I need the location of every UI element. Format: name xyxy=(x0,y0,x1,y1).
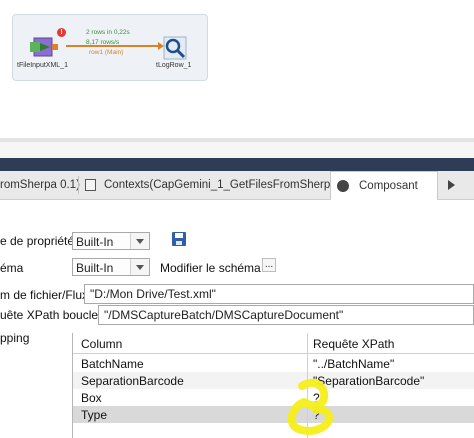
tab-more[interactable] xyxy=(440,171,474,199)
run-icon xyxy=(448,180,455,190)
file-name-label: m de fichier/Flux xyxy=(0,288,89,302)
chevron-down-icon xyxy=(130,233,149,249)
tab-composant-label: Composant xyxy=(359,180,418,192)
tab-composant[interactable]: Composant xyxy=(330,171,438,200)
tab-job-label: romSherpa 0.1) xyxy=(0,179,80,191)
component-input-label: tFileInputXML_1 xyxy=(17,62,68,69)
table-row[interactable]: Type ? xyxy=(73,406,474,423)
save-icon[interactable] xyxy=(172,232,186,246)
tab-contexts[interactable]: Contexts(CapGemini_1_GetFilesFromSherpa) xyxy=(84,171,340,199)
xpath-cell[interactable]: "../BatchName" xyxy=(313,357,394,371)
highlight-stroke xyxy=(287,378,333,435)
xpath-header[interactable]: Requête XPath xyxy=(313,337,394,351)
mapping-table: Column Requête XPath BatchName "../Batch… xyxy=(72,333,474,438)
highlight-annotation xyxy=(287,378,333,435)
flow-rows-text: 2 rows in 0,22s xyxy=(86,29,130,36)
component-output-label: tLogRow_1 xyxy=(156,62,192,69)
property-type-value: Built-In xyxy=(76,235,114,249)
design-canvas: ! tFileInputXML_1 2 rows in 0,22s 8,17 r… xyxy=(0,0,474,138)
flow-rate-text: 8,17 rows/s xyxy=(86,39,120,46)
column-cell: BatchName xyxy=(81,357,144,371)
tab-job[interactable]: romSherpa 0.1) xyxy=(0,171,80,199)
view-header-bar xyxy=(0,158,474,171)
property-type-label: e de propriété xyxy=(0,234,75,248)
mapping-label: pping xyxy=(0,331,30,345)
table-header-row: Column Requête XPath xyxy=(73,333,474,354)
table-row[interactable]: SeparationBarcode "SeparationBarcode" xyxy=(73,372,474,389)
edit-schema-button[interactable]: ... xyxy=(262,258,276,272)
tab-contexts-label: Contexts(CapGemini_1_GetFilesFromSherpa) xyxy=(104,179,341,191)
error-badge-icon: ! xyxy=(57,28,66,37)
xpath-loop-input[interactable]: "/DMSCaptureBatch/DMSCaptureDocument" xyxy=(98,305,474,325)
tlogrow-component[interactable] xyxy=(163,36,187,60)
component-tab-icon xyxy=(337,180,349,192)
magnifier-icon xyxy=(163,36,187,60)
property-type-select[interactable]: Built-In xyxy=(72,232,150,250)
schema-value: Built-In xyxy=(76,261,114,275)
column-header[interactable]: Column xyxy=(81,337,122,351)
schema-select[interactable]: Built-In xyxy=(72,258,150,276)
column-cell: Type xyxy=(81,408,108,422)
schema-label: éma xyxy=(0,261,24,275)
edit-schema-label: Modifier le schéma xyxy=(160,261,261,275)
table-row[interactable]: Box ? xyxy=(73,389,474,406)
column-cell: SeparationBarcode xyxy=(81,374,184,388)
panel-gap xyxy=(0,142,474,158)
table-row[interactable]: BatchName "../BatchName" xyxy=(73,355,474,372)
contexts-icon xyxy=(85,179,96,191)
chevron-down-icon xyxy=(130,259,149,275)
file-name-input[interactable]: "D:/Mon Drive/Test.xml" xyxy=(84,284,474,304)
flow-name-text[interactable]: row1 (Main) xyxy=(89,49,123,56)
tab-separator xyxy=(78,176,79,194)
column-cell: Box xyxy=(81,391,102,405)
xpath-loop-label: uête XPath boucle xyxy=(0,308,99,322)
properties-tab-bar: romSherpa 0.1) Contexts(CapGemini_1_GetF… xyxy=(0,171,474,200)
